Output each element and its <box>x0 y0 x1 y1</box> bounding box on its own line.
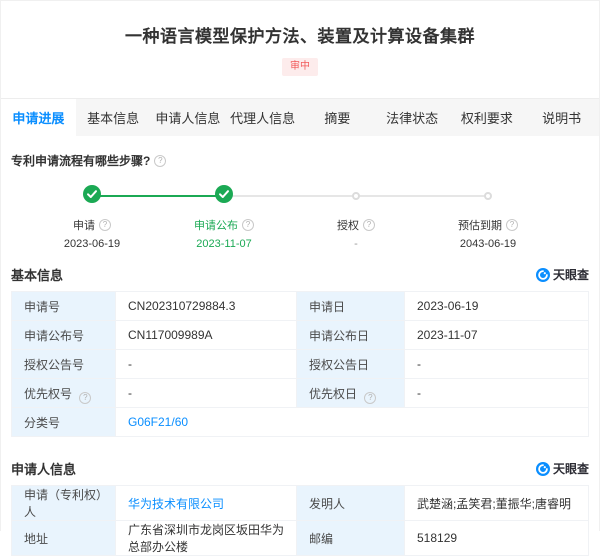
field-label: 申请日 <box>297 292 405 321</box>
tab-agent-info[interactable]: 代理人信息 <box>225 99 300 136</box>
tab-basic-info[interactable]: 基本信息 <box>76 99 151 136</box>
pending-dot-icon <box>484 192 492 200</box>
step-date: 2023-06-19 <box>26 238 158 250</box>
tab-bar: 申请进展 基本信息 申请人信息 代理人信息 摘要 法律状态 权利要求 说明书 <box>1 98 599 136</box>
field-label: 分类号 <box>12 408 116 437</box>
field-value: - <box>405 350 589 379</box>
progress-step-expiry: 预估到期 ? 2043-06-19 <box>422 187 554 250</box>
table-row: 授权公告号 - 授权公告日 - <box>12 350 589 379</box>
field-label: 邮编 <box>297 521 405 556</box>
tianyancha-brand: 天眼查 <box>536 460 589 477</box>
field-label: 申请公布日 <box>297 321 405 350</box>
help-icon[interactable]: ? <box>242 219 254 231</box>
step-date: 2043-06-19 <box>422 238 554 250</box>
help-icon[interactable]: ? <box>364 392 376 404</box>
flow-heading-row: 专利申请流程有哪些步骤? ? <box>11 152 589 169</box>
field-label: 申请公布号 <box>12 321 116 350</box>
tianyancha-logo-icon <box>536 268 550 282</box>
step-label: 申请 <box>73 217 95 233</box>
field-value: 武楚涵;孟笑君;董振华;唐睿明 <box>405 486 589 521</box>
help-icon[interactable]: ? <box>363 219 375 231</box>
table-row: 地址 广东省深圳市龙岗区坂田华为总部办公楼 邮编 518129 <box>12 521 589 556</box>
field-label: 授权公告号 <box>12 350 116 379</box>
brand-label: 天眼查 <box>553 266 589 283</box>
basic-info-table: 申请号 CN202310729884.3 申请日 2023-06-19 申请公布… <box>11 291 589 437</box>
status-badge: 审中 <box>282 58 318 76</box>
field-value: - <box>116 379 297 408</box>
check-icon <box>215 185 233 208</box>
section-title-basic-info: 基本信息 <box>11 265 63 284</box>
tab-claims[interactable]: 权利要求 <box>450 99 525 136</box>
classification-code-link[interactable]: G06F21/60 <box>128 415 188 429</box>
field-value: 518129 <box>405 521 589 556</box>
field-value: CN117009989A <box>116 321 297 350</box>
help-icon[interactable]: ? <box>154 155 166 167</box>
table-row: 申请公布号 CN117009989A 申请公布日 2023-11-07 <box>12 321 589 350</box>
tab-applicant-info[interactable]: 申请人信息 <box>151 99 226 136</box>
field-value: 华为技术有限公司 <box>116 486 297 521</box>
step-date: 2023-11-07 <box>158 238 290 250</box>
tianyancha-brand: 天眼查 <box>536 266 589 283</box>
basic-info-header: 基本信息 天眼查 <box>11 265 589 284</box>
table-row: 分类号 G06F21/60 <box>12 408 589 437</box>
page-title: 一种语言模型保护方法、装置及计算设备集群 <box>1 22 599 47</box>
field-value: G06F21/60 <box>116 408 589 437</box>
field-label: 授权公告日 <box>297 350 405 379</box>
patent-detail-page: 一种语言模型保护方法、装置及计算设备集群 审中 申请进展 基本信息 申请人信息 … <box>0 0 600 531</box>
step-label: 授权 <box>337 217 359 233</box>
field-value: - <box>116 350 297 379</box>
field-label: 发明人 <box>297 486 405 521</box>
field-value: 广东省深圳市龙岗区坂田华为总部办公楼 <box>116 521 297 556</box>
step-label: 预估到期 <box>458 217 502 233</box>
brand-label: 天眼查 <box>553 460 589 477</box>
field-label: 申请（专利权）人 <box>12 486 116 521</box>
tab-description[interactable]: 说明书 <box>524 99 599 136</box>
field-label-text: 优先权日 <box>309 387 357 401</box>
check-icon <box>83 185 101 208</box>
table-row: 优先权号 ? - 优先权日 ? - <box>12 379 589 408</box>
section-title-applicant-info: 申请人信息 <box>11 459 76 478</box>
main-content: 专利申请流程有哪些步骤? ? 申请 ? 2023-06- <box>1 152 599 556</box>
help-icon[interactable]: ? <box>99 219 111 231</box>
tianyancha-logo-icon <box>536 462 550 476</box>
field-value: 2023-06-19 <box>405 292 589 321</box>
field-label-text: 优先权号 <box>24 387 72 401</box>
applicant-info-header: 申请人信息 天眼查 <box>11 459 589 478</box>
pending-dot-icon <box>352 192 360 200</box>
applicant-company-link[interactable]: 华为技术有限公司 <box>128 497 224 511</box>
patent-progress-stepper: 申请 ? 2023-06-19 申请公布 ? <box>26 187 554 250</box>
tab-abstract[interactable]: 摘要 <box>300 99 375 136</box>
tab-application-progress[interactable]: 申请进展 <box>1 99 76 136</box>
field-label: 优先权号 ? <box>12 379 116 408</box>
field-label: 地址 <box>12 521 116 556</box>
help-icon[interactable]: ? <box>506 219 518 231</box>
field-label: 申请号 <box>12 292 116 321</box>
step-label: 申请公布 <box>194 217 238 233</box>
help-icon[interactable]: ? <box>79 392 91 404</box>
flow-heading: 专利申请流程有哪些步骤? <box>11 152 150 169</box>
field-value: 2023-11-07 <box>405 321 589 350</box>
table-row: 申请号 CN202310729884.3 申请日 2023-06-19 <box>12 292 589 321</box>
field-label: 优先权日 ? <box>297 379 405 408</box>
field-value: - <box>405 379 589 408</box>
title-area: 一种语言模型保护方法、装置及计算设备集群 审中 <box>1 1 599 98</box>
tab-legal-status[interactable]: 法律状态 <box>375 99 450 136</box>
step-date: - <box>290 238 422 250</box>
table-row: 申请（专利权）人 华为技术有限公司 发明人 武楚涵;孟笑君;董振华;唐睿明 <box>12 486 589 521</box>
field-value: CN202310729884.3 <box>116 292 297 321</box>
applicant-info-table: 申请（专利权）人 华为技术有限公司 发明人 武楚涵;孟笑君;董振华;唐睿明 地址… <box>11 485 589 556</box>
